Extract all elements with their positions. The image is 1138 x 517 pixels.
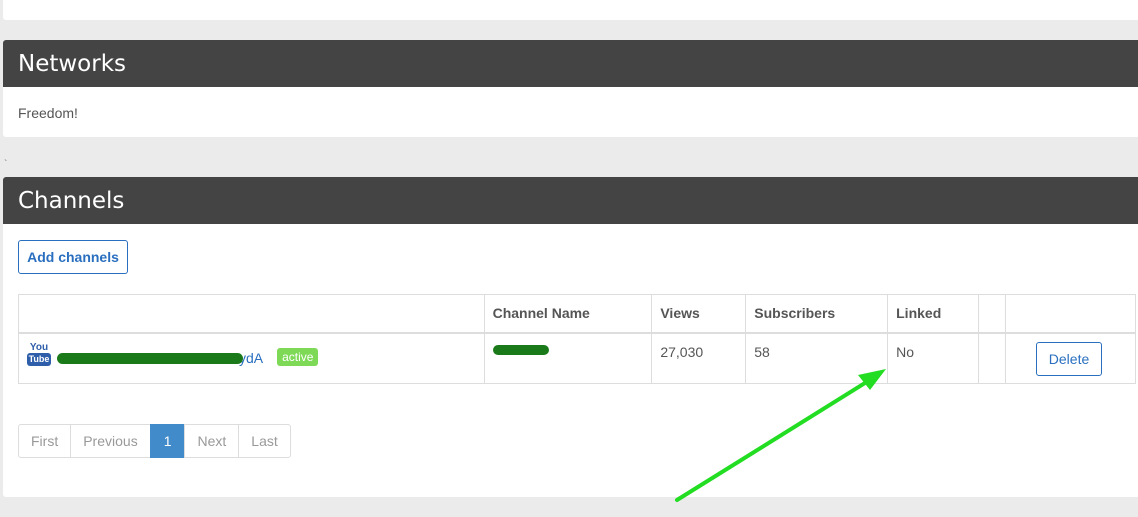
actions-cell: Delete	[1005, 332, 1136, 384]
pagination-page-1[interactable]: 1	[149, 424, 186, 458]
empty-cell	[978, 332, 1007, 384]
status-badge: active	[277, 347, 319, 366]
subscribers-cell: 58	[745, 332, 889, 384]
linked-cell: No	[887, 332, 980, 384]
youtube-icon: You Tube	[26, 341, 52, 366]
views-cell: 27,030	[651, 332, 747, 384]
pagination-previous[interactable]: Previous	[70, 424, 151, 458]
col-header-channel-name[interactable]: Channel Name	[483, 294, 653, 334]
networks-panel: Networks Freedom!	[3, 40, 1138, 137]
channel-cell: You Tube ydA active	[18, 332, 485, 384]
table-row: You Tube ydA active 27,030 58 No Delete	[18, 332, 1136, 384]
pagination-first[interactable]: First	[18, 424, 72, 458]
channel-name-redacted	[492, 344, 551, 357]
networks-heading: Networks	[3, 40, 1138, 87]
col-header-subscribers[interactable]: Subscribers	[745, 294, 889, 334]
col-header-views[interactable]: Views	[651, 294, 747, 334]
redaction-mark	[57, 352, 243, 364]
delete-button[interactable]: Delete	[1036, 341, 1103, 376]
col-header-channel[interactable]	[18, 294, 485, 334]
col-header-linked[interactable]: Linked	[887, 294, 980, 334]
redaction-mark	[492, 344, 549, 355]
stray-tick-mark: `	[4, 159, 8, 170]
channels-panel: Channels Add channels Channel Name Views…	[3, 177, 1138, 497]
top-panel	[3, 0, 1138, 20]
table-header-row: Channel Name Views Subscribers Linked	[18, 294, 1136, 334]
pagination-last[interactable]: Last	[238, 424, 291, 458]
channels-title: Channels	[18, 187, 125, 214]
col-header-empty	[978, 294, 1007, 334]
col-header-actions	[1005, 294, 1136, 334]
add-channels-button[interactable]: Add channels	[18, 240, 128, 274]
pagination-next[interactable]: Next	[184, 424, 240, 458]
channels-table: Channel Name Views Subscribers Linked Yo…	[18, 294, 1136, 384]
pagination: First Previous 1 Next Last	[18, 424, 291, 458]
channels-heading: Channels	[3, 177, 1138, 224]
channel-link[interactable]: ydA	[57, 350, 263, 366]
networks-text: Freedom!	[18, 105, 78, 121]
networks-title: Networks	[18, 50, 127, 77]
channel-name-cell	[483, 332, 653, 384]
